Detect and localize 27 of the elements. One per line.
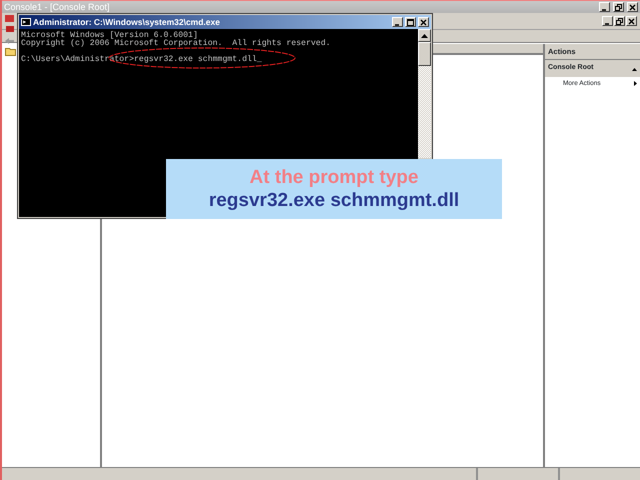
- maximize-icon: [407, 18, 414, 26]
- close-icon: [628, 18, 635, 24]
- maximize-button[interactable]: [405, 17, 416, 27]
- collapse-icon[interactable]: [632, 66, 637, 70]
- command-line: C:\Users\Administrator>regsvr32.exe schmmgmt.dll_: [21, 56, 263, 64]
- scrollbar[interactable]: [418, 29, 431, 158]
- output-line: Microsoft Windows [Version 6.0.6001]: [21, 32, 198, 40]
- output-line: Copyright (c) 2006 Microsoft Corporation. All rights reserved.: [21, 40, 332, 48]
- minimize-button[interactable]: [602, 16, 613, 26]
- close-icon: [420, 18, 427, 26]
- console-icon: [21, 18, 31, 26]
- window-title: Console1 - [Console Root]: [4, 2, 111, 12]
- console-title: Administrator: C:\Windows\system32\cmd.exe: [33, 16, 221, 28]
- callout-command: regsvr32.exe schmmgmt.dll: [208, 190, 460, 212]
- minimize-button[interactable]: [599, 2, 610, 12]
- scroll-up-icon: [421, 34, 428, 38]
- minimize-button[interactable]: [392, 17, 403, 27]
- close-button[interactable]: [627, 2, 638, 12]
- callout-title: At the prompt type: [250, 166, 418, 188]
- submenu-arrow-icon: [634, 81, 637, 86]
- close-button[interactable]: [626, 16, 637, 26]
- restore-button[interactable]: [614, 16, 625, 26]
- scroll-thumb[interactable]: [418, 42, 431, 66]
- restore-button[interactable]: [613, 2, 624, 12]
- close-icon: [629, 4, 636, 10]
- close-button[interactable]: [418, 17, 429, 27]
- folder-icon[interactable]: [5, 47, 16, 56]
